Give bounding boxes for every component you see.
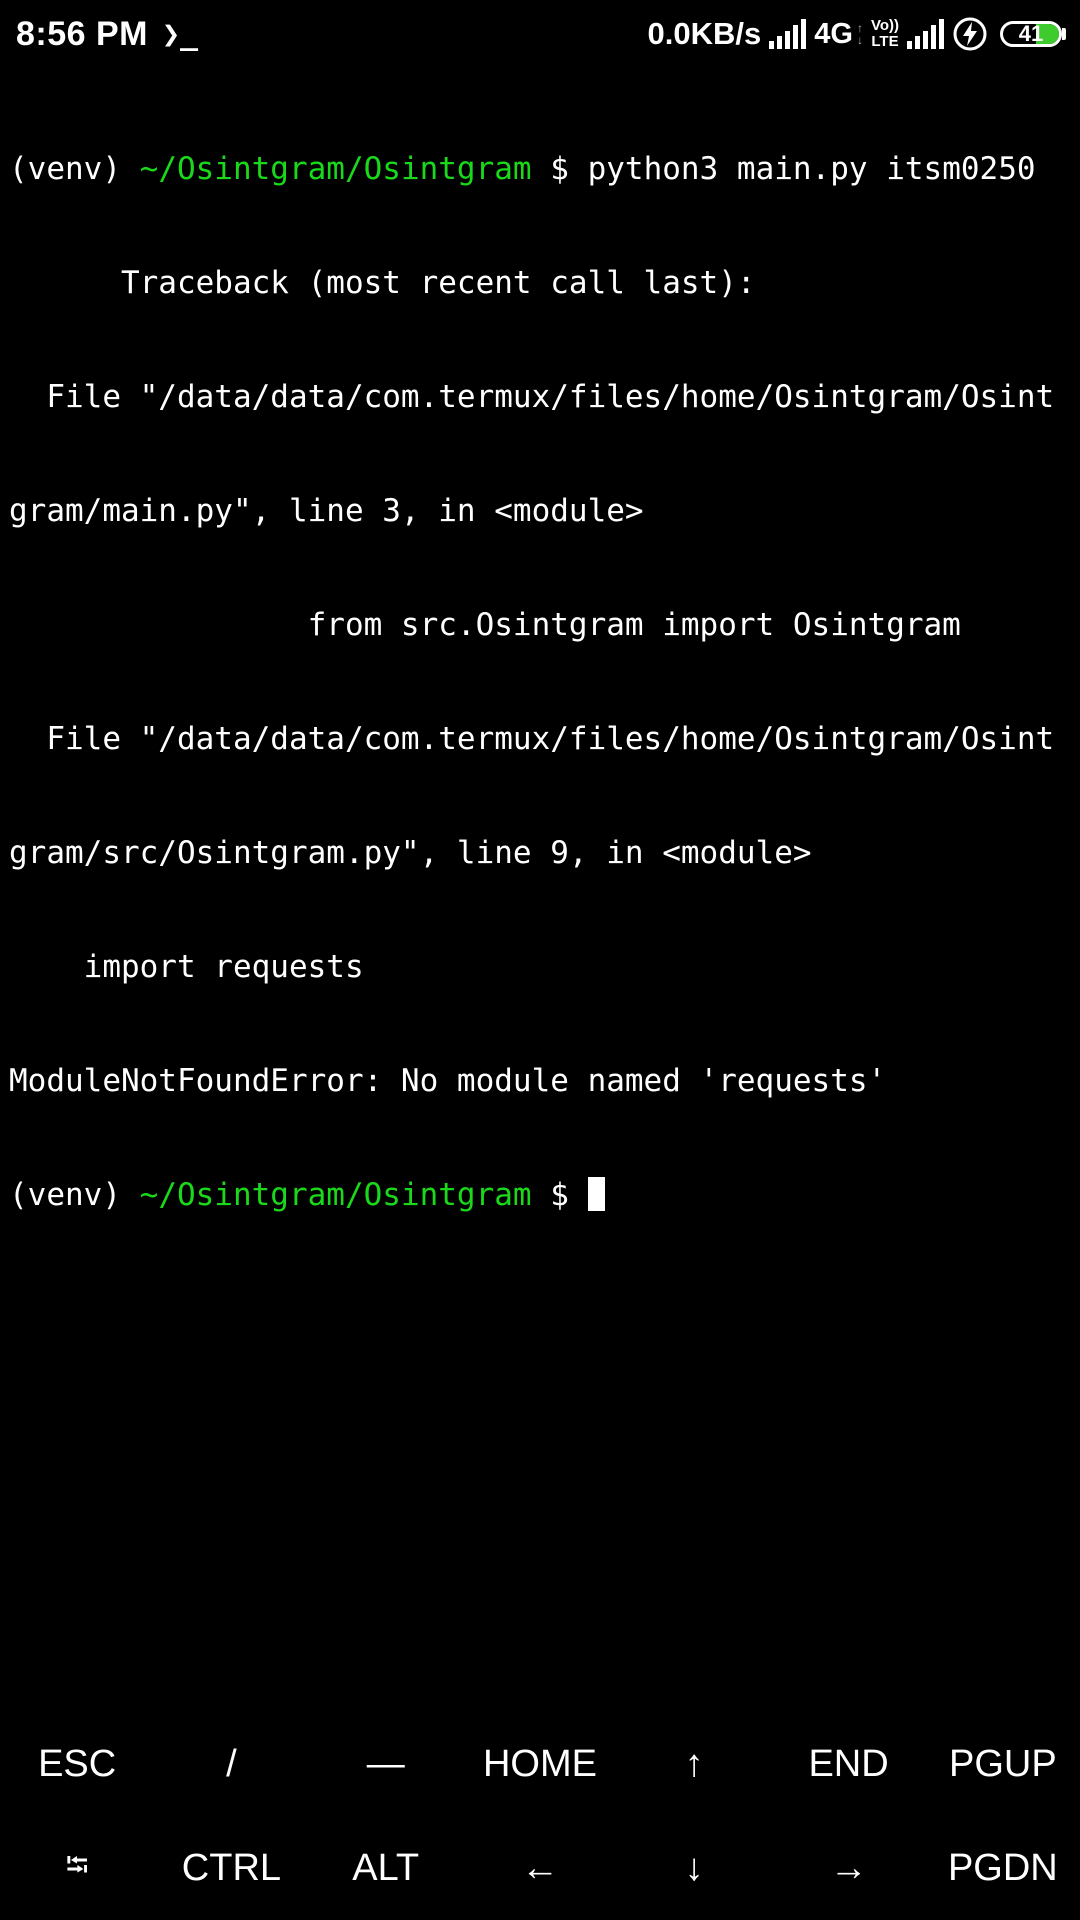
charging-bolt-icon <box>953 17 987 51</box>
status-bar-right: 0.0KB/s 4G ↑ ↓ Vo)) LTE 41 <box>648 12 1066 56</box>
signal-icon <box>907 19 944 49</box>
pgdn-key[interactable]: PGDN <box>926 1816 1080 1920</box>
prompt-symbol: $ <box>531 1177 588 1213</box>
battery-icon: 41 <box>1000 21 1062 47</box>
battery-level: 41 <box>1018 21 1044 46</box>
command-line: (venv) ~/Osintgram/Osintgram $ python3 m… <box>9 150 1075 188</box>
network-type: 4G <box>814 17 853 50</box>
prompt-prefix: (venv) <box>9 151 140 187</box>
prompt-path: ~/Osintgram/Osintgram <box>139 151 532 187</box>
volte-icon: Vo)) LTE <box>871 18 899 50</box>
up-arrow-key[interactable]: ↑ <box>617 1712 771 1816</box>
prompt-prefix: (venv) <box>9 1177 140 1213</box>
tab-key[interactable]: ⭾ <box>0 1816 154 1920</box>
down-arrow-key[interactable]: ↓ <box>617 1816 771 1920</box>
extra-keys-bar: ESC / — HOME ↑ END PGUP ⭾ CTRL ALT ← ↓ →… <box>0 1712 1080 1920</box>
battery-cap <box>1062 28 1066 40</box>
output-line: import requests <box>9 949 364 985</box>
pgup-key[interactable]: PGUP <box>926 1712 1080 1816</box>
terminal-output[interactable]: (venv) ~/Osintgram/Osintgram $ python3 m… <box>9 74 1075 1252</box>
slash-key[interactable]: / <box>154 1712 308 1816</box>
clock: 8:56 PM <box>16 14 148 53</box>
status-bar: 8:56 PM ❯_ 0.0KB/s 4G ↑ ↓ Vo)) LTE 41 <box>0 0 1080 66</box>
input-line[interactable]: (venv) ~/Osintgram/Osintgram $ <box>9 1176 1075 1214</box>
home-key[interactable]: HOME <box>463 1712 617 1816</box>
output-line: Traceback (most recent call last): <box>9 265 756 301</box>
left-arrow-key[interactable]: ← <box>463 1816 617 1920</box>
text-cursor <box>587 1177 605 1211</box>
right-arrow-key[interactable]: → <box>771 1816 925 1920</box>
esc-key[interactable]: ESC <box>0 1712 154 1816</box>
signal-icon <box>769 19 807 49</box>
end-key[interactable]: END <box>771 1712 925 1816</box>
output-line: gram/main.py", line 3, in <module> <box>9 493 644 529</box>
prompt-path: ~/Osintgram/Osintgram <box>139 1177 532 1213</box>
output-line: File "/data/data/com.termux/files/home/O… <box>9 379 1055 415</box>
volte-top: Vo)) <box>870 17 899 34</box>
output-line: from src.Osintgram import Osintgram <box>9 607 961 643</box>
status-bar-left: 8:56 PM ❯_ <box>16 12 198 56</box>
volte-bottom: LTE <box>871 33 899 50</box>
output-line: ModuleNotFoundError: No module named 're… <box>9 1063 887 1099</box>
command-text: python3 main.py itsm0250 <box>587 151 1036 187</box>
output-line: File "/data/data/com.termux/files/home/O… <box>9 721 1055 757</box>
ctrl-key[interactable]: CTRL <box>154 1816 308 1920</box>
network-speed: 0.0KB/s <box>647 16 762 51</box>
prompt-symbol: $ <box>531 151 588 187</box>
data-activity-icon: ↑ ↓ <box>856 21 863 47</box>
terminal-notification-icon: ❯_ <box>162 16 199 52</box>
output-line: gram/src/Osintgram.py", line 9, in <modu… <box>9 835 812 871</box>
dash-key[interactable]: — <box>309 1712 463 1816</box>
alt-key[interactable]: ALT <box>309 1816 463 1920</box>
